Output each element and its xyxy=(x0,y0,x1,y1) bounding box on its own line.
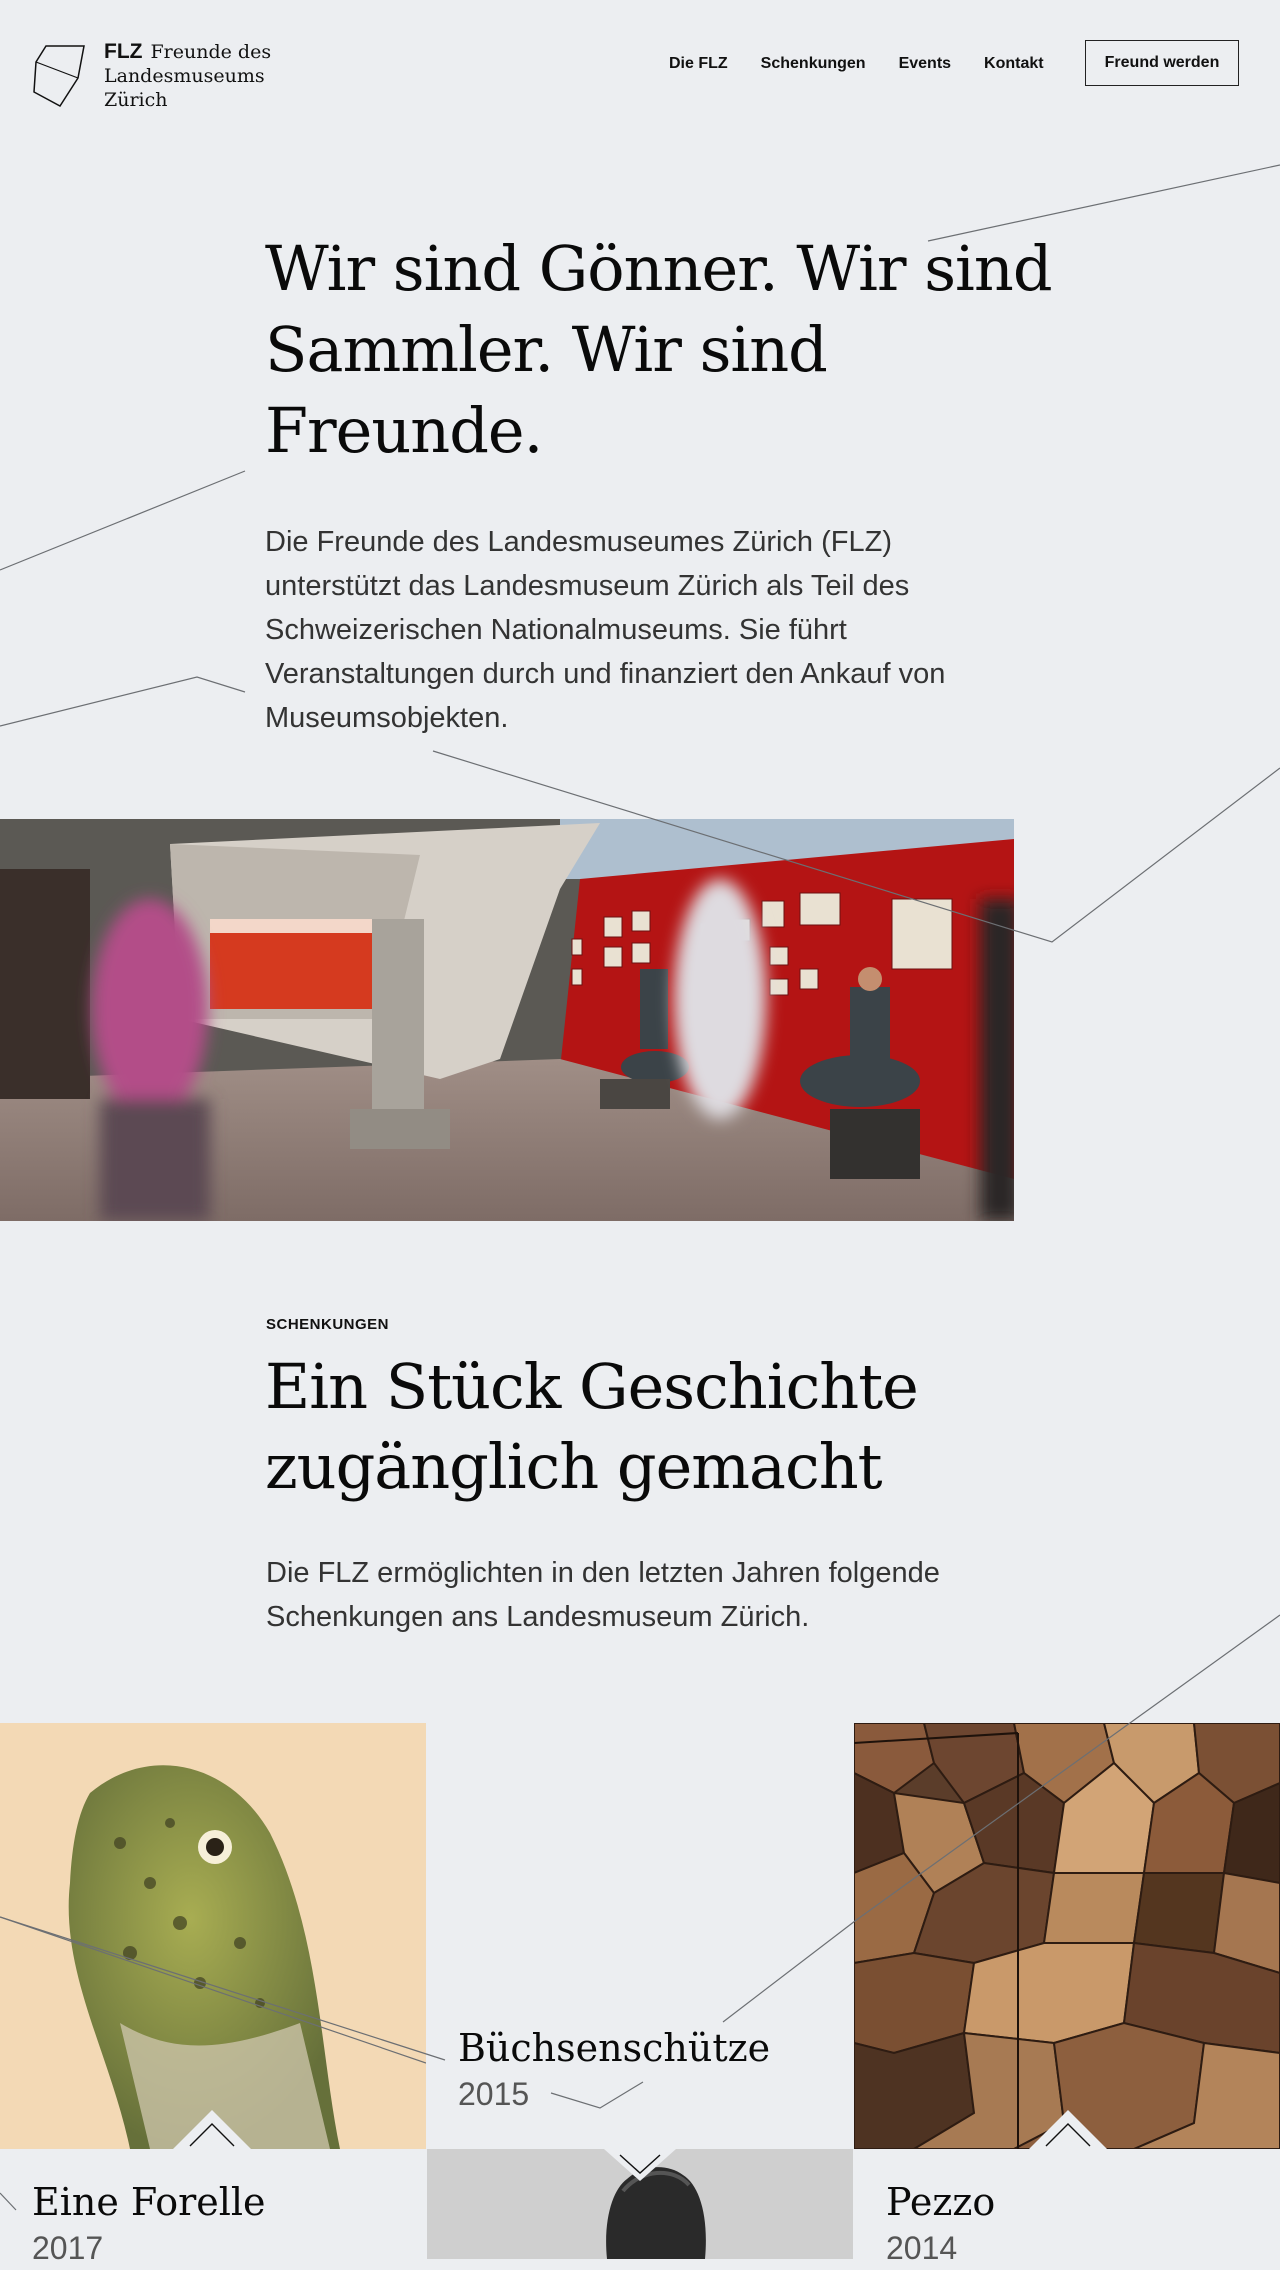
nav-item-die-flz[interactable]: Die FLZ xyxy=(669,52,728,76)
buechsenschuetze-title: Büchsenschütze xyxy=(458,2026,771,2070)
forelle-year: 2017 xyxy=(32,2230,104,2266)
hero-lead: Die Freunde des Landesmuseumes Zürich (F… xyxy=(265,526,946,734)
chevron-up-icon xyxy=(1045,2123,1091,2147)
pezzo-image[interactable] xyxy=(854,1723,1280,2149)
section-title: Ein Stück Geschichte zugänglich gemacht xyxy=(265,1350,919,1503)
logo-abbr: FLZ xyxy=(104,40,143,63)
logo[interactable]: FLZ Freunde des Landesmuseums Zürich xyxy=(32,40,284,112)
pezzo-title: Pezzo xyxy=(886,2180,996,2224)
forelle-image[interactable] xyxy=(0,1723,426,2149)
section-eyebrow: SCHENKUNGEN xyxy=(266,1316,390,1333)
main-nav: Die FLZ Schenkungen Events Kontakt xyxy=(669,52,1077,76)
nav-item-kontakt[interactable]: Kontakt xyxy=(984,52,1044,76)
forelle-title: Eine Forelle xyxy=(32,2180,266,2224)
buechsenschuetze-caption[interactable]: Büchsenschütze 2015 xyxy=(458,2024,770,2116)
nav-item-events[interactable]: Events xyxy=(899,52,951,76)
chevron-down-icon xyxy=(619,2154,661,2174)
freund-werden-button[interactable]: Freund werden xyxy=(1085,40,1239,86)
hero-title: Wir sind Gönner. Wir sind Sammler. Wir s… xyxy=(265,232,1053,467)
pezzo-caption[interactable]: Pezzo 2014 xyxy=(886,2178,995,2270)
hero-image xyxy=(0,819,1014,1221)
pezzo-year: 2014 xyxy=(886,2230,958,2266)
forelle-caption[interactable]: Eine Forelle 2017 xyxy=(32,2178,266,2270)
section-lead: Die FLZ ermöglichten in den letzten Jahr… xyxy=(266,1557,940,1633)
logo-mark-icon xyxy=(33,45,85,107)
nav-item-schenkungen[interactable]: Schenkungen xyxy=(761,52,866,76)
chevron-up-icon xyxy=(189,2123,235,2147)
buechsenschuetze-year: 2015 xyxy=(458,2076,530,2112)
